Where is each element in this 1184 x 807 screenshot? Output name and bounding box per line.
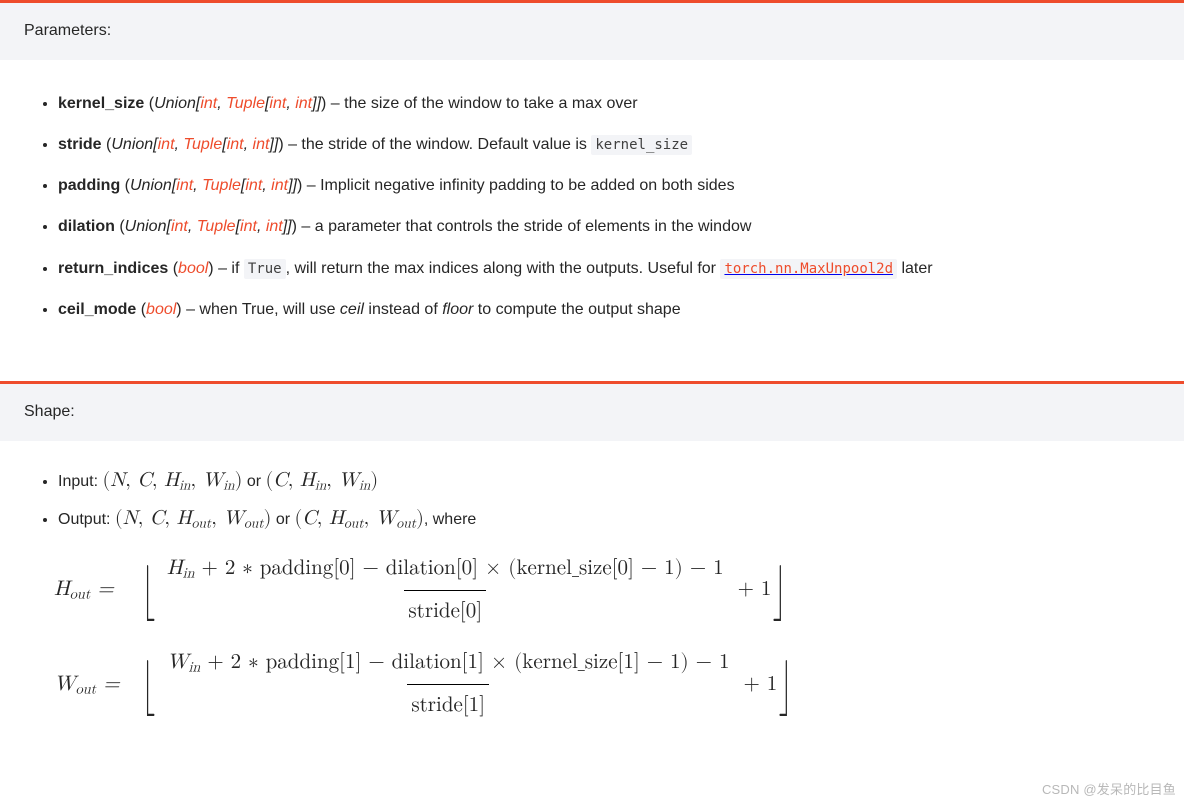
shape-input: Input: (N, C, Hin, Win) or (C, Hin, Win) [58,463,1148,498]
parameters-section: Parameters: kernel_size (Union[int, Tupl… [0,0,1184,353]
type-tuple[interactable]: Tuple [183,136,222,153]
param-dilation: dilation (Union[int, Tuple[int, int]]) –… [58,211,1148,242]
param-name: return_indices [58,260,168,277]
param-name: kernel_size [58,95,144,112]
type-int[interactable]: int [200,95,217,112]
shape-body: Input: (N, C, Hin, Win) or (C, Hin, Win)… [0,441,1184,757]
param-desc: – the size of the window to take a max o… [326,95,637,112]
type-tuple[interactable]: Tuple [202,177,241,194]
type-bool[interactable]: bool [178,260,208,277]
type-union: Union [154,95,196,112]
type-int[interactable]: int [176,177,193,194]
type-bool[interactable]: bool [146,301,176,318]
param-padding: padding (Union[int, Tuple[int, int]]) – … [58,170,1148,201]
param-desc: – a parameter that controls the stride o… [297,218,751,235]
param-name: padding [58,177,120,194]
param-desc: – if [214,260,244,277]
param-desc: – Implicit negative infinity padding to … [302,177,734,194]
parameters-body: kernel_size (Union[int, Tuple[int, int]]… [0,60,1184,353]
parameters-list: kernel_size (Union[int, Tuple[int, int]]… [36,88,1148,325]
parameters-heading: Parameters: [0,3,1184,60]
param-desc: – the stride of the window. Default valu… [284,136,592,153]
param-ceil-mode: ceil_mode (bool) – when True, will use c… [58,294,1148,325]
param-name: stride [58,136,102,153]
type-int[interactable]: int [253,136,270,153]
type-int[interactable]: int [227,136,244,153]
type-int[interactable]: int [295,95,312,112]
formula-hout: Hout = ⌊ Hin + 2 ∗ padding[0] − dilation… [54,550,1148,631]
param-name: ceil_mode [58,301,136,318]
code-true: True [244,259,286,279]
shape-heading: Shape: [0,384,1184,441]
type-int[interactable]: int [245,177,262,194]
link-maxunpool2d[interactable]: torch.nn.MaxUnpool2d [720,260,897,277]
shape-output: Output: (N, C, Hout, Wout) or (C, Hout, … [58,501,1148,536]
param-return-indices: return_indices (bool) – if True, will re… [58,253,1148,284]
type-int[interactable]: int [269,95,286,112]
code-kernel-size: kernel_size [591,135,692,155]
param-stride: stride (Union[int, Tuple[int, int]]) – t… [58,129,1148,160]
type-int[interactable]: int [240,218,257,235]
formula-wout: Wout = ⌊ Win + 2 ∗ padding[1] − dilation… [54,644,1148,725]
type-tuple[interactable]: Tuple [226,95,265,112]
shape-list: Input: (N, C, Hin, Win) or (C, Hin, Win)… [36,463,1148,536]
type-int[interactable]: int [171,218,188,235]
param-kernel-size: kernel_size (Union[int, Tuple[int, int]]… [58,88,1148,119]
type-tuple[interactable]: Tuple [197,218,236,235]
param-name: dilation [58,218,115,235]
type-int[interactable]: int [158,136,175,153]
type-int[interactable]: int [271,177,288,194]
type-int[interactable]: int [266,218,283,235]
watermark: CSDN @发呆的比目鱼 [1042,778,1176,801]
shape-section: Shape: Input: (N, C, Hin, Win) or (C, Hi… [0,381,1184,757]
